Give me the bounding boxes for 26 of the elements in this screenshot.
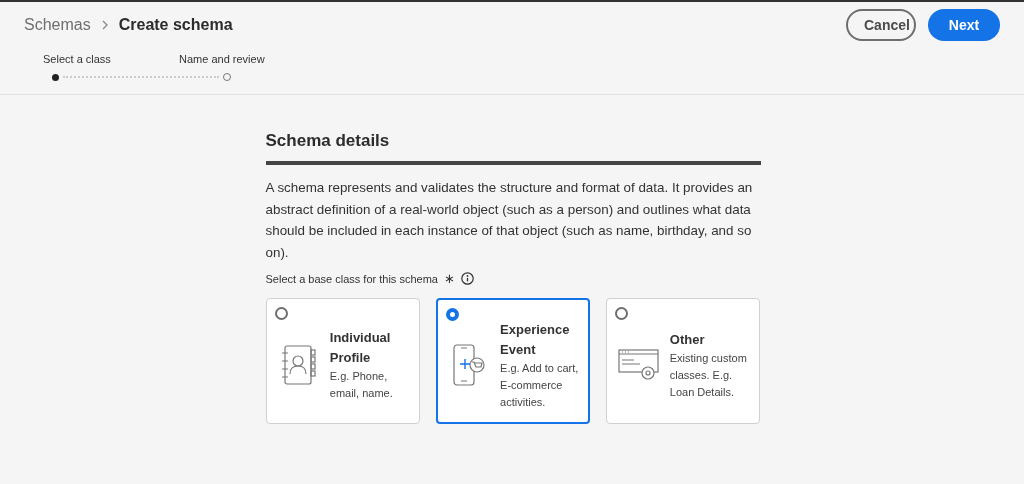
radio-button[interactable] [274, 307, 288, 320]
description: A schema represents and validates the structure and format of data. It provides an abstract definition of a real-world object (such as a person) and outlines what data should be included in each instance of that object (such as name, birthday, and so on). [265, 179, 754, 262]
chevron-icon [100, 20, 109, 30]
radio-button[interactable] [445, 308, 459, 321]
class-card[interactable]: Experience Event E.g. Add to cart, E-commerce activities. [435, 298, 590, 424]
class-title: Individual Profile [329, 329, 392, 367]
field-label: Select a base class for this schema [265, 272, 438, 285]
class-description: Existing custom classes. E.g. Loan Details. [669, 350, 748, 400]
phone-cart-icon [451, 344, 488, 386]
class-title: Experience Event [500, 320, 571, 359]
page-title: Create schema [118, 16, 233, 34]
step-label: Select a class [43, 53, 112, 67]
section-title: Schema details [265, 131, 391, 151]
step-label: Name and review [179, 53, 266, 67]
info-icon[interactable] [460, 272, 474, 285]
radio-button[interactable] [614, 307, 628, 320]
class-card[interactable]: Other Existing custom classes. E.g. Loan Details. [605, 298, 760, 424]
class-card[interactable]: Individual Profile E.g. Phone, email, name. [265, 298, 420, 424]
settings-window-icon [618, 349, 661, 381]
class-title: Other [669, 330, 706, 349]
class-description: E.g. Add to cart, E-commerce activities. [500, 360, 580, 410]
class-description: E.g. Phone, email, name. [329, 369, 394, 401]
cancel-button[interactable]: Cancel [846, 9, 916, 41]
next-button[interactable]: Next [928, 9, 1000, 41]
required-mark: ∗ [443, 271, 455, 286]
breadcrumb-link[interactable]: Schemas [24, 16, 91, 34]
